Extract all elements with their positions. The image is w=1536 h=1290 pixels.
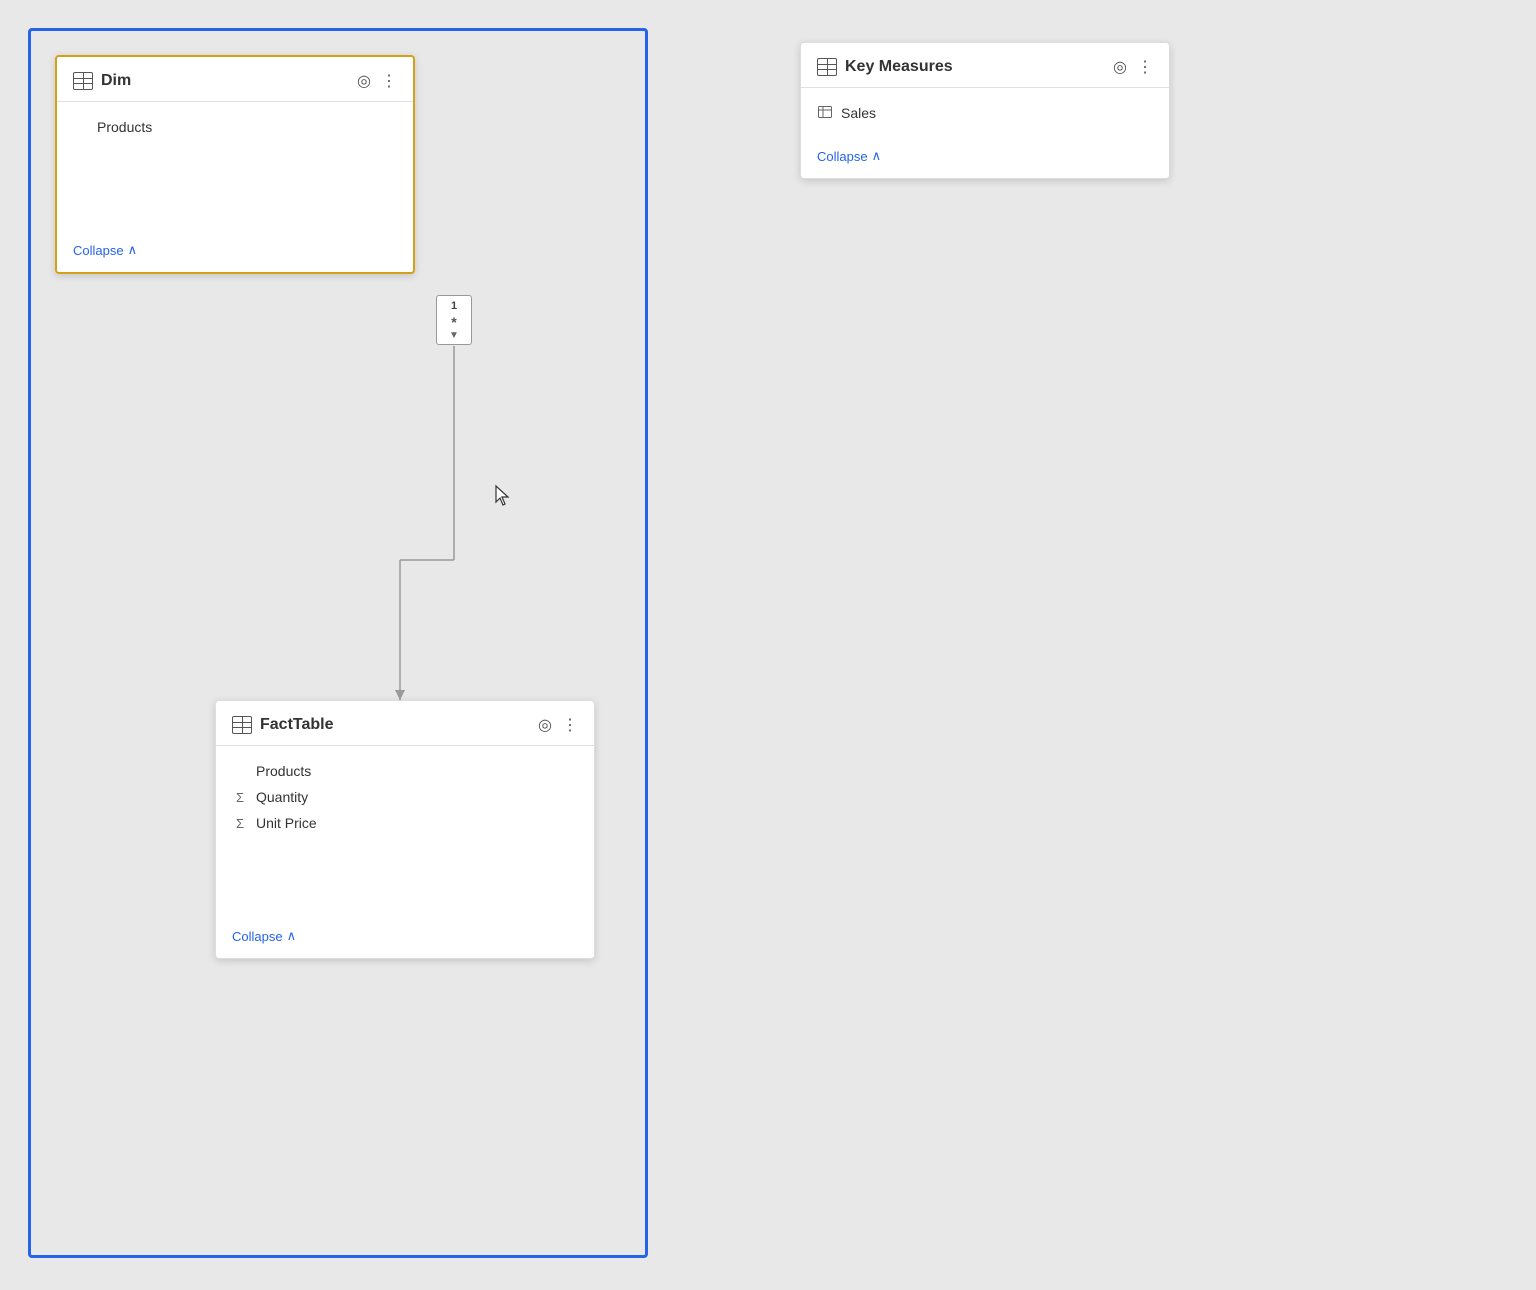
connector-bottom-label: * [451,314,456,330]
dim-card-footer: Collapse ∧ [57,232,413,272]
fact-collapse-label: Collapse [232,929,283,944]
measures-field-sales-label: Sales [841,105,876,121]
dim-field-products-label: Products [97,119,152,135]
dim-card: Dim ◎ ⋮ Products Collapse ∧ [55,55,415,274]
fact-eye-icon[interactable]: ◎ [538,715,552,735]
fact-card: FactTable ◎ ⋮ Products Σ Quantity Σ Unit… [215,700,595,959]
dim-collapse-link[interactable]: Collapse ∧ [73,242,397,258]
dim-table-icon [73,72,93,90]
fact-card-footer: Collapse ∧ [216,918,594,958]
fact-card-body: Products Σ Quantity Σ Unit Price [216,746,594,918]
fact-header-icons: ◎ ⋮ [538,715,578,735]
fact-field-quantity-label: Quantity [256,789,308,805]
measures-header-icons: ◎ ⋮ [1113,57,1153,77]
connector-top-label: 1 [451,300,457,312]
dim-card-body: Products [57,102,413,232]
dim-title: Dim [101,72,349,90]
fact-title: FactTable [260,716,530,734]
dim-collapse-label: Collapse [73,243,124,258]
measures-collapse-label: Collapse [817,149,868,164]
fact-field-quantity: Σ Quantity [232,784,578,810]
dim-header-icons: ◎ ⋮ [357,71,397,91]
measures-more-icon[interactable]: ⋮ [1137,57,1153,77]
fact-more-icon[interactable]: ⋮ [562,715,578,735]
dim-field-products: Products [73,114,397,140]
canvas: 1 * ▼ Dim ◎ ⋮ [0,0,1536,1290]
fact-collapse-chevron: ∧ [287,928,297,944]
fact-field-products: Products [232,758,578,784]
measures-card-header: Key Measures ◎ ⋮ [801,43,1169,88]
mouse-cursor [494,484,514,508]
fact-table-icon [232,716,252,734]
fact-field-unitprice-label: Unit Price [256,815,317,831]
connector-badge: 1 * ▼ [436,295,472,345]
fact-card-header: FactTable ◎ ⋮ [216,701,594,746]
connector-arrow-icon: ▼ [449,330,459,341]
fact-field-unitprice: Σ Unit Price [232,810,578,836]
measures-card: Key Measures ◎ ⋮ Sales [800,42,1170,179]
dim-collapse-chevron: ∧ [128,242,138,258]
measures-card-footer: Collapse ∧ [801,138,1169,178]
measures-card-body: Sales [801,88,1169,138]
measures-collapse-link[interactable]: Collapse ∧ [817,148,1153,164]
measures-field-sales-icon [817,106,833,121]
fact-collapse-link[interactable]: Collapse ∧ [232,928,578,944]
measures-field-sales: Sales [817,100,1153,126]
fact-field-quantity-sigma: Σ [232,790,248,805]
dim-card-header: Dim ◎ ⋮ [57,57,413,102]
measures-collapse-chevron: ∧ [872,148,882,164]
dim-eye-icon[interactable]: ◎ [357,71,371,91]
dim-more-icon[interactable]: ⋮ [381,71,397,91]
fact-field-products-label: Products [256,763,311,779]
measures-table-icon [817,58,837,76]
measures-title: Key Measures [845,58,1105,76]
fact-field-unitprice-sigma: Σ [232,816,248,831]
measures-eye-icon[interactable]: ◎ [1113,57,1127,77]
